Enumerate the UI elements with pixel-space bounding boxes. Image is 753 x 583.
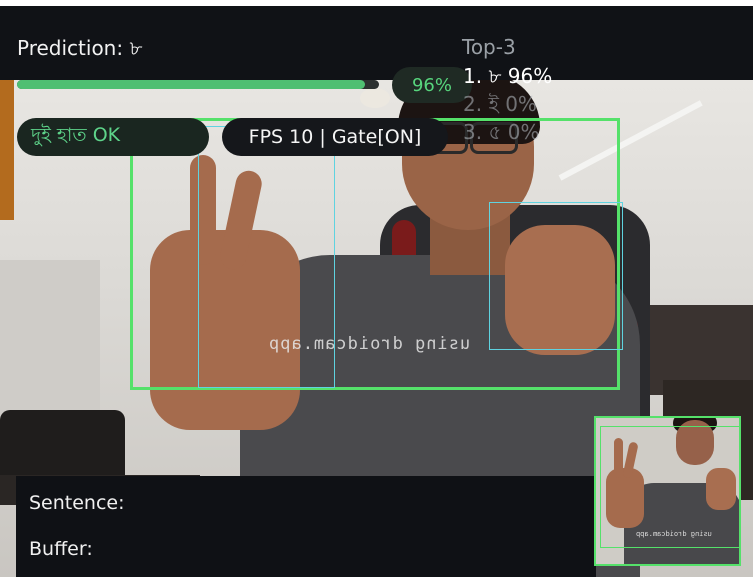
buffer-label: Buffer: [29, 538, 93, 560]
hands-status-badge: দুই হাত OK [17, 118, 209, 156]
ceiling-lamp [360, 88, 390, 108]
app-frame: using droidcam.app Prediction: ৮ 96% Top… [0, 0, 753, 583]
top3-item-3: 3. ৫ 0% [463, 120, 540, 144]
fps-gate-badge: FPS 10 | Gate[ON] [222, 118, 448, 156]
hand-box-right [489, 202, 623, 350]
camera-view: using droidcam.app Prediction: ৮ 96% Top… [0, 6, 753, 577]
confidence-bar-fill [17, 80, 365, 89]
hand-box-left [198, 126, 335, 388]
confidence-badge: 96% [392, 67, 472, 103]
confidence-bar [17, 80, 379, 89]
background-door [0, 80, 14, 220]
thumbnail-watermark: using droidcam.app [636, 530, 712, 538]
sentence-label: Sentence: [29, 492, 125, 514]
camera-thumbnail: using droidcam.app [594, 416, 741, 566]
prediction-label: Prediction: ৮ [17, 36, 143, 60]
hud-top-bar: Prediction: ৮ [0, 6, 753, 80]
text-output-panel: Sentence: Buffer: [16, 476, 596, 577]
top3-title: Top-3 [462, 35, 516, 59]
